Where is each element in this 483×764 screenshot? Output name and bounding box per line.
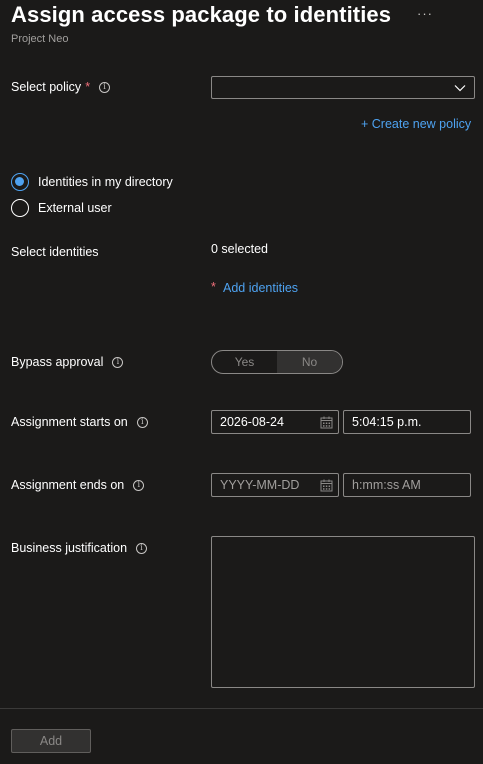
bypass-approval-label-text: Bypass approval <box>11 355 104 369</box>
create-new-policy-link[interactable]: + Create new policy <box>361 117 471 131</box>
info-icon[interactable]: i <box>112 356 124 368</box>
assignment-ends-label: Assignment ends on i <box>11 478 145 492</box>
select-policy-label: Select policy * i <box>11 80 111 94</box>
end-time-placeholder: h:mm:ss AM <box>352 478 421 492</box>
required-marker: * <box>211 280 216 294</box>
business-justification-label-text: Business justification <box>11 541 128 555</box>
select-policy-label-text: Select policy <box>11 80 82 94</box>
radio-button-checked[interactable] <box>11 173 29 191</box>
start-date-value: 2026-08-24 <box>220 415 284 429</box>
start-time-value: 5:04:15 p.m. <box>352 415 422 429</box>
bypass-approval-toggle[interactable]: Yes No <box>211 350 343 374</box>
calendar-icon[interactable] <box>320 416 333 429</box>
toggle-option-yes[interactable]: Yes <box>212 351 277 373</box>
assignment-starts-label: Assignment starts on i <box>11 415 148 429</box>
page-subtitle: Project Neo <box>11 33 69 45</box>
calendar-icon[interactable] <box>320 479 333 492</box>
radio-external-user[interactable]: External user <box>11 199 112 217</box>
business-justification-textarea[interactable] <box>211 536 475 688</box>
info-icon[interactable]: i <box>136 416 148 428</box>
required-marker: * <box>85 80 91 94</box>
footer-divider <box>0 708 483 709</box>
select-identities-label-text: Select identities <box>11 245 99 259</box>
radio-button-unchecked[interactable] <box>11 199 29 217</box>
radio-label: Identities in my directory <box>38 175 173 189</box>
add-identities-link[interactable]: Add identities <box>223 281 298 295</box>
bypass-approval-label: Bypass approval i <box>11 355 124 369</box>
assign-access-package-panel: Assign access package to identities ··· … <box>0 0 483 764</box>
info-icon[interactable]: i <box>133 479 145 491</box>
end-time-input[interactable]: h:mm:ss AM <box>343 473 471 497</box>
business-justification-label: Business justification i <box>11 541 148 555</box>
identities-selected-count: 0 selected <box>211 242 268 256</box>
page-title: Assign access package to identities <box>11 2 392 27</box>
radio-label: External user <box>38 201 112 215</box>
policy-dropdown[interactable] <box>211 76 475 99</box>
more-options-button[interactable]: ··· <box>417 6 433 21</box>
radio-identities-in-directory[interactable]: Identities in my directory <box>11 173 173 191</box>
assignment-starts-label-text: Assignment starts on <box>11 415 128 429</box>
start-time-input[interactable]: 5:04:15 p.m. <box>343 410 471 434</box>
chevron-down-icon <box>454 85 466 92</box>
end-date-input[interactable]: YYYY-MM-DD <box>211 473 339 497</box>
end-date-placeholder: YYYY-MM-DD <box>220 478 300 492</box>
toggle-option-no[interactable]: No <box>277 351 342 373</box>
info-icon[interactable]: i <box>99 81 111 93</box>
add-button[interactable]: Add <box>11 729 91 753</box>
info-icon[interactable]: i <box>136 542 148 554</box>
assignment-ends-label-text: Assignment ends on <box>11 478 125 492</box>
select-identities-label: Select identities <box>11 245 99 259</box>
start-date-input[interactable]: 2026-08-24 <box>211 410 339 434</box>
